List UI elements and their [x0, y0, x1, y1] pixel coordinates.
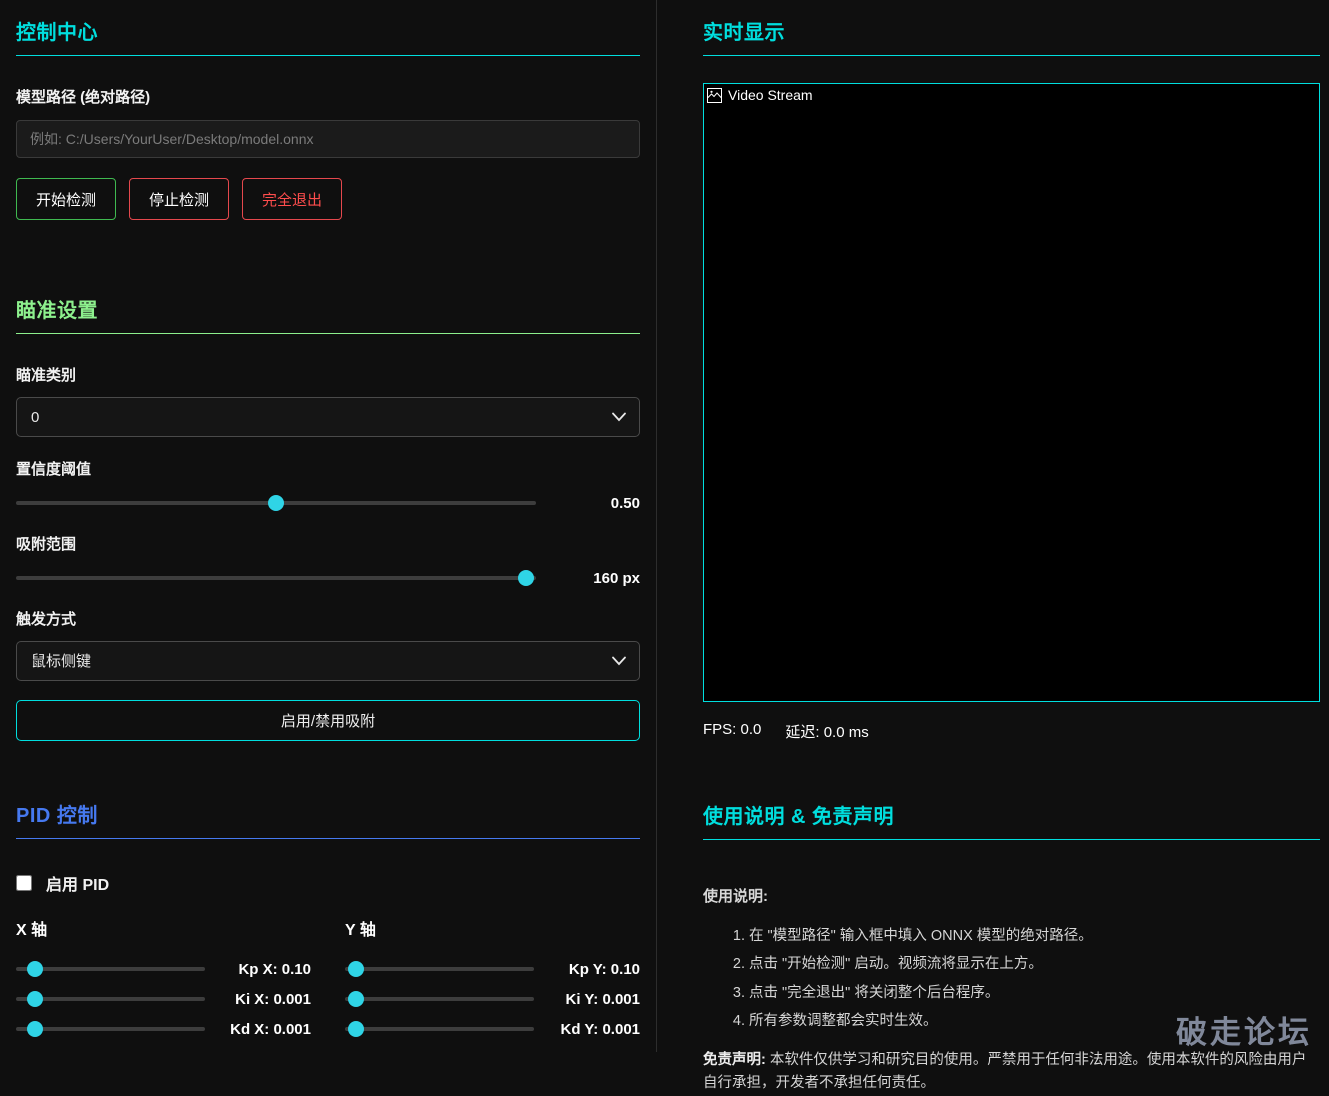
usage-step-1: 在 "模型路径" 输入框中填入 ONNX 模型的绝对路径。: [749, 926, 1320, 946]
slider-handle[interactable]: [348, 961, 364, 977]
disclaimer-label: 免责声明:: [703, 1052, 766, 1068]
kp-y-slider[interactable]: [345, 960, 534, 978]
kd-y-row: Kd Y: 0.001: [345, 1014, 640, 1044]
slider-track: [16, 997, 205, 1001]
aim-class-select[interactable]: 0: [16, 397, 640, 437]
slider-handle[interactable]: [268, 495, 284, 511]
confidence-slider[interactable]: [16, 494, 536, 512]
ki-y-slider[interactable]: [345, 990, 534, 1008]
slider-track: [16, 576, 536, 580]
slider-handle[interactable]: [348, 1021, 364, 1037]
video-stream: Video Stream: [703, 83, 1320, 702]
kd-y-value: Kd Y: 0.001: [534, 1021, 640, 1038]
confidence-label: 置信度阈值: [16, 458, 640, 479]
slider-track: [345, 967, 534, 971]
trigger-mode-label: 触发方式: [16, 608, 640, 629]
y-axis-label: Y 轴: [345, 916, 640, 940]
slider-handle[interactable]: [27, 991, 43, 1007]
x-axis-label: X 轴: [16, 916, 311, 940]
disclaimer-text: 本软件仅供学习和研究目的使用。严禁用于任何非法用途。使用本软件的风险由用户自行承…: [703, 1052, 1306, 1091]
snap-range-slider[interactable]: [16, 569, 536, 587]
app-root: 控制中心 模型路径 (绝对路径) 开始检测 停止检测 完全退出 瞄准设置 瞄准类…: [0, 0, 1329, 1052]
toggle-snap-button[interactable]: 启用/禁用吸附: [16, 700, 640, 741]
watermark: 破走论坛: [1176, 1007, 1312, 1052]
kp-x-slider[interactable]: [16, 960, 205, 978]
ki-x-row: Ki X: 0.001: [16, 984, 311, 1014]
snap-range-value: 160 px: [536, 570, 640, 587]
slider-handle[interactable]: [518, 570, 534, 586]
kd-x-value: Kd X: 0.001: [205, 1021, 311, 1038]
trigger-mode-select[interactable]: 鼠标侧键: [16, 641, 640, 681]
kd-y-slider[interactable]: [345, 1020, 534, 1038]
trigger-mode-native-select[interactable]: 鼠标侧键: [16, 641, 640, 681]
broken-image-icon: [707, 88, 722, 103]
kd-x-slider[interactable]: [16, 1020, 205, 1038]
model-path-label: 模型路径 (绝对路径): [16, 86, 640, 107]
ki-y-value: Ki Y: 0.001: [534, 991, 640, 1008]
usage-step-2: 点击 "开始检测" 启动。视频流将显示在上方。: [749, 954, 1320, 974]
slider-track: [16, 1027, 205, 1031]
enable-pid-checkbox[interactable]: [16, 875, 32, 891]
snap-range-slider-row: 160 px: [16, 566, 640, 590]
slider-track: [345, 1027, 534, 1031]
stop-detection-button[interactable]: 停止检测: [129, 178, 229, 220]
pid-control-title: PID 控制: [16, 799, 640, 839]
snap-range-label: 吸附范围: [16, 533, 640, 554]
kp-x-row: Kp X: 0.10: [16, 954, 311, 984]
pid-y-column: Y 轴 Kp Y: 0.10 Ki Y: 0.001: [345, 916, 640, 1044]
aim-class-native-select[interactable]: 0: [16, 397, 640, 437]
model-path-input[interactable]: [16, 120, 640, 158]
kp-y-value: Kp Y: 0.10: [534, 961, 640, 978]
control-center-title: 控制中心: [16, 16, 640, 56]
slider-handle[interactable]: [27, 1021, 43, 1037]
exit-program-button[interactable]: 完全退出: [242, 178, 342, 220]
ki-x-value: Ki X: 0.001: [205, 991, 311, 1008]
stats-row: FPS: 0.0 延迟: 0.0 ms: [703, 721, 1320, 742]
broken-image-placeholder: Video Stream: [707, 87, 813, 103]
action-buttons: 开始检测 停止检测 完全退出: [16, 178, 640, 220]
confidence-value: 0.50: [536, 495, 640, 512]
start-detection-button[interactable]: 开始检测: [16, 178, 116, 220]
pid-x-column: X 轴 Kp X: 0.10 Ki X: 0.001: [16, 916, 311, 1044]
pid-grid: X 轴 Kp X: 0.10 Ki X: 0.001: [16, 916, 640, 1044]
kp-y-row: Kp Y: 0.10: [345, 954, 640, 984]
live-display-title: 实时显示: [703, 16, 1320, 56]
enable-pid-row[interactable]: 启用 PID: [16, 871, 640, 895]
usage-heading: 使用说明:: [703, 885, 1320, 906]
fps-value: FPS: 0.0: [703, 721, 761, 742]
control-panel: 控制中心 模型路径 (绝对路径) 开始检测 停止检测 完全退出 瞄准设置 瞄准类…: [0, 0, 657, 1052]
display-panel: 实时显示 Video Stream FPS: 0.0 延迟: 0.0 ms 使用…: [657, 0, 1329, 1052]
ki-y-row: Ki Y: 0.001: [345, 984, 640, 1014]
disclaimer: 免责声明: 本软件仅供学习和研究目的使用。严禁用于任何非法用途。使用本软件的风险…: [703, 1049, 1320, 1095]
slider-handle[interactable]: [348, 991, 364, 1007]
latency-value: 延迟: 0.0 ms: [785, 721, 868, 742]
usage-step-3: 点击 "完全退出" 将关闭整个后台程序。: [749, 983, 1320, 1003]
aim-class-label: 瞄准类别: [16, 364, 640, 385]
confidence-slider-row: 0.50: [16, 491, 640, 515]
aim-settings-title: 瞄准设置: [16, 294, 640, 334]
slider-track: [16, 967, 205, 971]
slider-track: [345, 997, 534, 1001]
help-section-title: 使用说明 & 免责声明: [703, 800, 1320, 840]
ki-x-slider[interactable]: [16, 990, 205, 1008]
slider-handle[interactable]: [27, 961, 43, 977]
enable-pid-label: 启用 PID: [46, 871, 109, 895]
kd-x-row: Kd X: 0.001: [16, 1014, 311, 1044]
kp-x-value: Kp X: 0.10: [205, 961, 311, 978]
video-alt-text: Video Stream: [728, 87, 813, 103]
